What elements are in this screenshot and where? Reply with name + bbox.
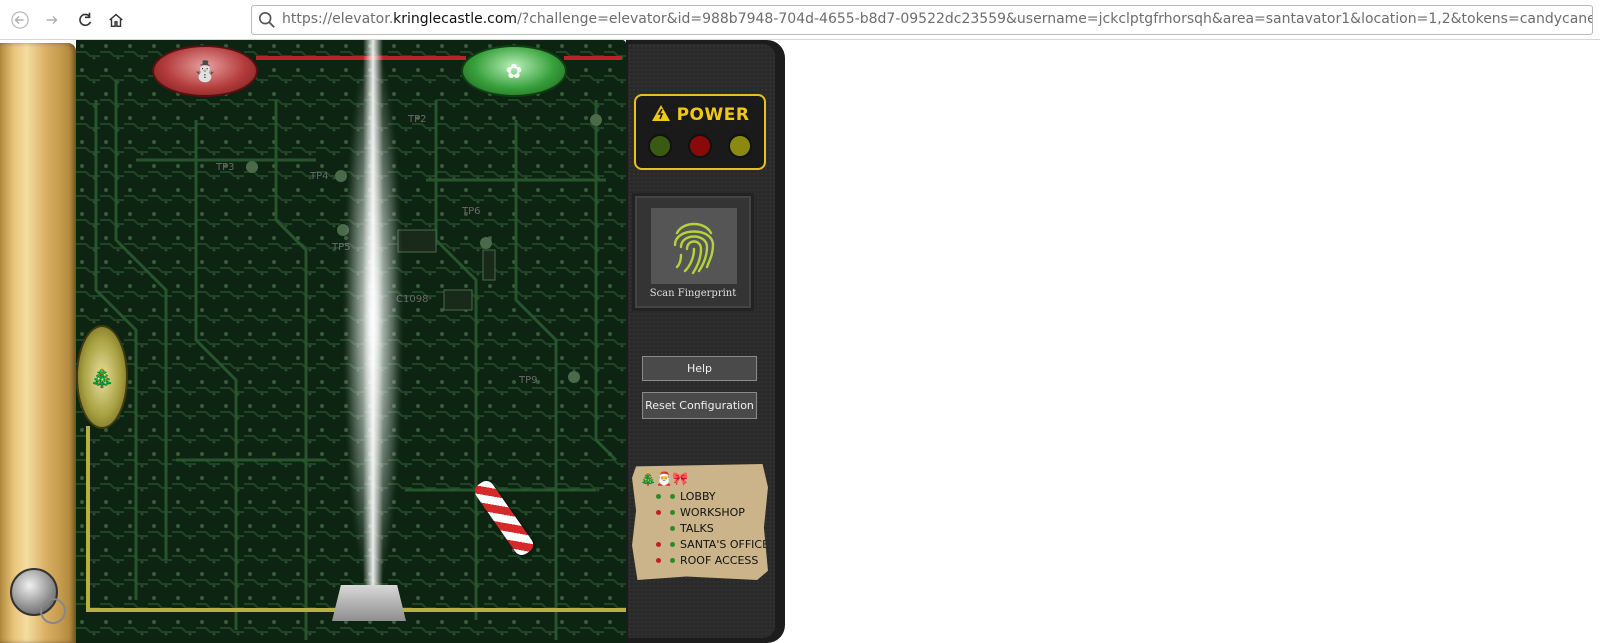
floor-label: TALKS xyxy=(680,522,714,535)
reload-icon[interactable] xyxy=(73,8,97,32)
red-socket: ⛄ xyxy=(152,45,258,97)
gold-socket: 🎄 xyxy=(76,325,128,429)
light-stream-core xyxy=(363,40,383,595)
elevator-panel: TP3 TP4 TP2 TP6 TP5 TP9 C1098 ⛄ ✿ 🎄 POWE… xyxy=(0,40,785,643)
power-led-red xyxy=(688,134,712,158)
forward-arrow-icon[interactable] xyxy=(40,8,64,32)
circuit-board: TP3 TP4 TP2 TP6 TP5 TP9 C1098 ⛄ ✿ 🎄 xyxy=(76,40,626,643)
floor-dot-left xyxy=(656,494,661,499)
back-arrow-icon[interactable] xyxy=(8,8,32,32)
floor-dot-right xyxy=(670,542,675,547)
floor-dot-right xyxy=(670,558,675,563)
scan-fingerprint-label: Scan Fingerprint xyxy=(649,288,737,299)
url-bar[interactable]: https://elevator.kringlecastle.com/?chal… xyxy=(251,5,1593,35)
svg-text:TP9: TP9 xyxy=(518,375,538,386)
floor-dot-left xyxy=(656,558,661,563)
side-panel-inner: POWER Scan Fingerprint Help Reset Config… xyxy=(628,44,775,638)
floor-dot-left xyxy=(656,510,661,515)
floor-label: ROOF ACCESS xyxy=(680,554,759,567)
svg-text:TP6: TP6 xyxy=(461,206,481,217)
warning-icon xyxy=(651,105,670,121)
floor-directory: 🎄🎅🎀 LOBBY WORKSHOP TALKS SANTA'S OFFICE … xyxy=(632,464,768,580)
help-button[interactable]: Help xyxy=(642,356,757,381)
fingerprint-scanner[interactable]: Scan Fingerprint xyxy=(632,193,754,311)
home-icon[interactable] xyxy=(104,8,128,32)
elevator-door xyxy=(0,43,76,643)
tree-icon: 🎄 xyxy=(89,365,115,389)
floor-dot-right xyxy=(670,494,675,499)
power-led-yellow xyxy=(728,134,752,158)
floor-header-icons: 🎄🎅🎀 xyxy=(640,472,689,487)
svg-text:TP4: TP4 xyxy=(309,171,329,182)
light-emitter xyxy=(332,585,406,621)
power-title: POWER xyxy=(636,104,764,125)
fingerprint-icon xyxy=(673,222,715,275)
side-panel: POWER Scan Fingerprint Help Reset Config… xyxy=(626,40,785,643)
floor-dot-right xyxy=(670,526,675,531)
gold-wire-vertical xyxy=(86,426,90,610)
search-icon xyxy=(258,11,275,28)
bow-icon: ✿ xyxy=(505,59,523,83)
santa-hat-icon: ⛄ xyxy=(192,59,218,83)
scanner-pad[interactable] xyxy=(651,208,737,284)
browser-toolbar: https://elevator.kringlecastle.com/?chal… xyxy=(0,0,1600,40)
url-text: https://elevator.kringlecastle.com/?chal… xyxy=(282,11,1593,27)
floor-label: LOBBY xyxy=(680,490,716,503)
floor-label: WORKSHOP xyxy=(680,506,745,519)
door-ring xyxy=(40,598,66,624)
power-led-green xyxy=(648,134,672,158)
red-wire-right xyxy=(564,56,622,60)
power-indicator: POWER xyxy=(634,94,766,170)
floor-label: SANTA'S OFFICE xyxy=(680,538,770,551)
green-socket: ✿ xyxy=(461,45,567,97)
floor-dot-left xyxy=(656,542,661,547)
reset-configuration-button[interactable]: Reset Configuration xyxy=(642,392,757,419)
svg-text:TP2: TP2 xyxy=(407,114,427,125)
svg-text:TP3: TP3 xyxy=(215,162,235,173)
floor-dot-right xyxy=(670,510,675,515)
